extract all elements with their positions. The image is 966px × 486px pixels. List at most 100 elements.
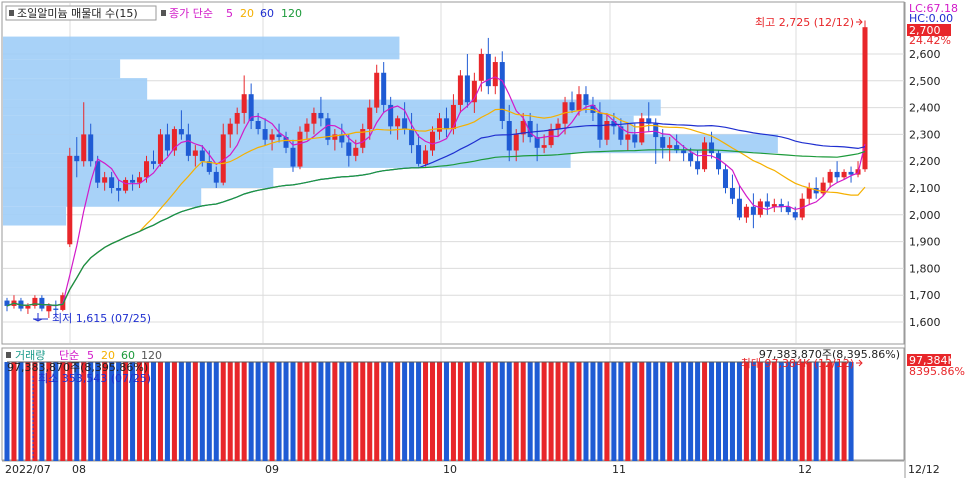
candle-body bbox=[457, 75, 463, 105]
candle-body bbox=[88, 134, 94, 162]
volume-bar bbox=[18, 362, 24, 461]
candle-body bbox=[255, 121, 261, 130]
volume-bar bbox=[262, 362, 268, 461]
volume-bar bbox=[430, 362, 436, 461]
volume-bar bbox=[527, 362, 533, 461]
volume-bar bbox=[185, 362, 191, 461]
volume-bar bbox=[206, 362, 212, 461]
volume-bar bbox=[178, 362, 184, 461]
candle-body bbox=[130, 179, 136, 183]
volume-bar bbox=[339, 362, 345, 461]
volume-bar bbox=[297, 362, 303, 461]
volume-bar bbox=[471, 362, 477, 461]
candle-body bbox=[423, 150, 429, 164]
volume-bar bbox=[360, 362, 366, 461]
volume-bar bbox=[457, 362, 463, 461]
candle-body bbox=[667, 145, 673, 148]
volume-bar bbox=[716, 362, 722, 461]
candle-body bbox=[464, 75, 470, 103]
candle-body bbox=[74, 155, 80, 162]
legend-indicator[interactable]: 조일알미늄 매물대 수(15) bbox=[17, 6, 138, 20]
current-date: 12/12 bbox=[908, 463, 940, 476]
candle-body bbox=[764, 201, 770, 207]
candle-body bbox=[430, 131, 436, 151]
low-annotation: 최저 1,615 (07/25) bbox=[52, 312, 151, 325]
volume-bar bbox=[674, 362, 680, 461]
volume-min-annotation: 최소 353,543 (07/25) bbox=[38, 372, 151, 385]
candle-body bbox=[395, 118, 401, 127]
x-axis-label: 10 bbox=[443, 463, 457, 476]
volume-bar bbox=[157, 362, 163, 461]
chart-canvas: 조일알미늄 매물대 수(15) 종가 단순 5 20 60 120 거래량 단순… bbox=[1, 1, 965, 478]
volume-bar bbox=[227, 362, 233, 461]
volume-bar bbox=[485, 362, 491, 461]
volume-bar bbox=[597, 362, 603, 461]
candle-body bbox=[269, 134, 275, 140]
volume-bar bbox=[611, 362, 617, 461]
volume-bar bbox=[639, 362, 645, 461]
volume-bar bbox=[813, 362, 819, 461]
volume-profile-bar bbox=[3, 188, 202, 207]
volume-bar bbox=[478, 362, 484, 461]
volume-bar bbox=[722, 362, 728, 461]
candle-body bbox=[478, 54, 484, 81]
x-axis-label: 09 bbox=[265, 463, 279, 476]
volume-bar bbox=[388, 362, 394, 461]
candle-body bbox=[541, 145, 547, 148]
candle-body bbox=[311, 112, 317, 124]
volume-bar bbox=[562, 362, 568, 461]
x-axis-label: 2022/07 bbox=[5, 463, 51, 476]
volume-bar bbox=[199, 362, 205, 461]
volume-bar bbox=[506, 362, 512, 461]
candle-body bbox=[81, 134, 87, 162]
x-axis-label: 08 bbox=[72, 463, 86, 476]
volume-bar bbox=[395, 362, 401, 461]
candle-body bbox=[729, 188, 735, 199]
candle-body bbox=[750, 206, 756, 215]
volume-bar bbox=[771, 362, 777, 461]
volume-profile-bar bbox=[3, 78, 148, 100]
volume-bar bbox=[374, 362, 380, 461]
candle-body bbox=[443, 118, 449, 130]
volume-bar bbox=[764, 362, 770, 461]
volume-bar bbox=[583, 362, 589, 461]
volume-profile-bar bbox=[3, 206, 67, 226]
candle-body bbox=[199, 150, 205, 162]
price-axis-label: 1,800 bbox=[909, 262, 941, 275]
candle-body bbox=[806, 188, 812, 199]
candle-body bbox=[234, 112, 240, 124]
candle-body bbox=[353, 147, 359, 156]
volume-bar bbox=[443, 362, 449, 461]
legend-ma-label[interactable]: 종가 단순 bbox=[169, 7, 213, 20]
volume-bar bbox=[325, 362, 331, 461]
x-axis-labels: 2022/07 08 09 10 11 12 bbox=[5, 463, 812, 476]
candle-body bbox=[123, 179, 129, 191]
volume-bar bbox=[778, 362, 784, 461]
legend-marker bbox=[6, 352, 11, 358]
volume-bar bbox=[709, 362, 715, 461]
legend-ma60: 60 bbox=[260, 7, 274, 20]
candle-body bbox=[53, 308, 59, 310]
candle-body bbox=[862, 27, 868, 170]
volume-bar bbox=[681, 362, 687, 461]
candle-body bbox=[290, 147, 296, 167]
volume-bar bbox=[436, 362, 442, 461]
candle-body bbox=[164, 134, 170, 151]
candle-body bbox=[848, 171, 854, 175]
candle-body bbox=[660, 137, 666, 148]
candle-body bbox=[743, 206, 749, 218]
volume-bar bbox=[576, 362, 582, 461]
candle-body bbox=[185, 134, 191, 156]
candle-body bbox=[46, 305, 52, 312]
candle-body bbox=[227, 123, 233, 135]
volume-bar bbox=[164, 362, 170, 461]
volume-bar bbox=[423, 362, 429, 461]
volume-bar bbox=[520, 362, 526, 461]
legend-marker bbox=[161, 10, 166, 16]
candle-body bbox=[409, 129, 415, 146]
candle-body bbox=[583, 94, 589, 105]
candle-body bbox=[144, 161, 150, 178]
candle-body bbox=[736, 198, 742, 218]
price-axis-label: 2,300 bbox=[909, 128, 941, 141]
candle-body bbox=[492, 62, 498, 87]
